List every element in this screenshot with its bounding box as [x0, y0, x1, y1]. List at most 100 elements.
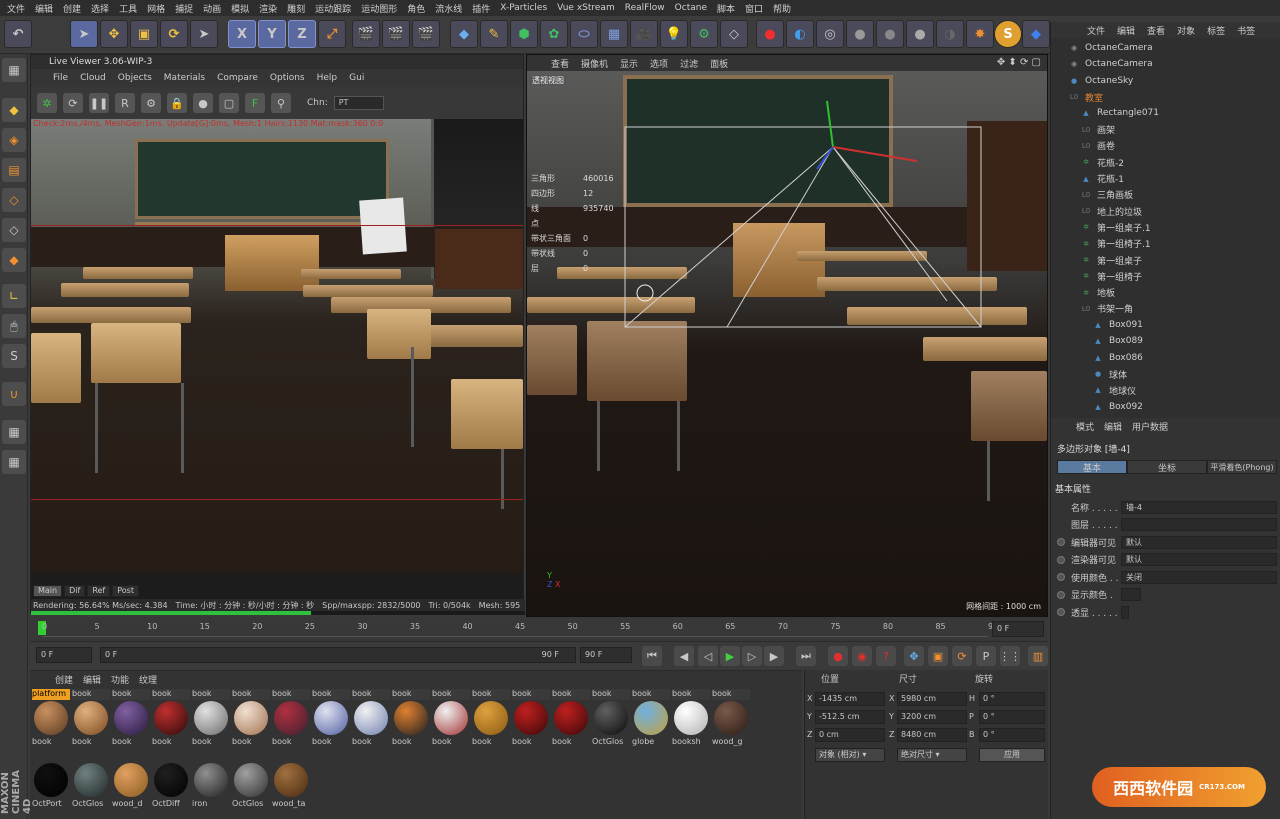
restart-render-icon[interactable]: ⟳ — [63, 93, 83, 113]
material-swatch[interactable]: book book — [432, 689, 470, 749]
attr-anim-dot[interactable] — [1057, 608, 1065, 616]
lv-menu-item-7[interactable]: Gui — [343, 73, 370, 83]
menu-item-6[interactable]: 捕捉 — [170, 2, 198, 15]
attr-value[interactable]: 默认 — [1121, 535, 1277, 549]
key-scale-icon[interactable]: ▣ — [928, 646, 948, 666]
size-z-field[interactable]: 8480 cm — [897, 728, 967, 742]
tweak-mode-icon[interactable]: 🖱 — [2, 314, 26, 338]
attribute-row[interactable]: 渲染器可见 默认 — [1057, 553, 1277, 567]
rotation-h-field[interactable]: 0 ° — [979, 692, 1045, 706]
live-select-icon[interactable]: ➤ — [190, 20, 218, 48]
menu-item-5[interactable]: 网格 — [142, 2, 170, 15]
material-swatch[interactable]: OctDiff — [152, 761, 190, 811]
material-swatch[interactable]: book book — [272, 689, 310, 749]
object-row[interactable]: ✲ 花瓶-2 — [1055, 154, 1280, 170]
material-swatch[interactable]: book book — [552, 689, 590, 749]
attr-value[interactable]: 墙-4 — [1121, 500, 1277, 514]
menu-item-0[interactable]: 文件 — [2, 2, 30, 15]
material-swatch[interactable]: book book — [352, 689, 390, 749]
menu-item-9[interactable]: 渲染 — [254, 2, 282, 15]
cube-icon[interactable]: ◆ — [450, 20, 478, 48]
menu-item-19[interactable]: Octane — [670, 3, 712, 13]
material-swatch[interactable]: book wood_g — [712, 689, 750, 749]
menu-item-16[interactable]: X-Particles — [495, 3, 552, 13]
attribute-row[interactable]: 编辑器可见 默认 — [1057, 535, 1277, 549]
menu-item-4[interactable]: 工具 — [114, 2, 142, 15]
menu-item-1[interactable]: 编辑 — [30, 2, 58, 15]
current-frame-field[interactable]: 0 F — [992, 621, 1044, 637]
glossy-sphere-icon[interactable]: ● — [846, 20, 874, 48]
next-key-icon[interactable]: ▶ — [764, 646, 784, 666]
lv-menu-item-4[interactable]: Compare — [211, 73, 264, 83]
share-icon[interactable]: ◆ — [1022, 20, 1050, 48]
next-frame-icon[interactable]: ▷ — [742, 646, 762, 666]
move-tool-icon[interactable]: ✥ — [100, 20, 128, 48]
z-axis-icon[interactable]: Z — [288, 20, 316, 48]
material-ball-icon[interactable]: ● — [193, 93, 213, 113]
attribute-row[interactable]: 透显 . . . . . . — [1057, 605, 1277, 619]
menu-item-12[interactable]: 运动图形 — [356, 2, 402, 15]
object-row[interactable]: ● 球体 — [1055, 366, 1280, 382]
coordinate-system-icon[interactable]: ⤢ — [318, 20, 346, 48]
material-swatch[interactable]: iron — [192, 761, 230, 811]
position-z-field[interactable]: 0 cm — [815, 728, 885, 742]
render-image[interactable]: Check:2ms./4ms. MeshGen:1ms. Update[G]:0… — [31, 119, 523, 573]
size-y-field[interactable]: 3200 cm — [897, 710, 967, 724]
deformer-icon[interactable]: ⬭ — [570, 20, 598, 48]
tag-icon[interactable]: ⚙ — [690, 20, 718, 48]
obj-menu-item-2[interactable]: 查看 — [1141, 24, 1171, 37]
attribute-row[interactable]: 使用颜色 . . 关闭 — [1057, 570, 1277, 584]
metal-sphere-icon[interactable]: ● — [906, 20, 934, 48]
keyframe-help-icon[interactable]: ? — [876, 646, 896, 666]
render-picture-viewer-icon[interactable]: 🎬 — [382, 20, 410, 48]
mode-object-icon[interactable]: ◆ — [2, 98, 26, 122]
attr-value[interactable]: 关闭 — [1121, 570, 1277, 584]
lv-tab-ref[interactable]: Ref — [87, 585, 111, 597]
material-swatch[interactable]: book book — [152, 689, 190, 749]
object-row[interactable]: ✲ 地板 — [1055, 284, 1280, 300]
prev-frame-icon[interactable]: ◁ — [698, 646, 718, 666]
position-y-field[interactable]: -512.5 cm — [815, 710, 885, 724]
position-x-field[interactable]: -1435 cm — [815, 692, 885, 706]
material-swatch[interactable]: book book — [112, 689, 150, 749]
go-to-end-icon[interactable]: ⏭ — [796, 646, 816, 666]
mat-menu-item-3[interactable]: 纹理 — [134, 673, 162, 686]
material-swatch[interactable]: book book — [392, 689, 430, 749]
mat-menu-item-2[interactable]: 功能 — [106, 673, 134, 686]
object-row[interactable]: L0 教室 — [1055, 89, 1280, 105]
lv-menu-item-2[interactable]: Objects — [112, 73, 158, 83]
menu-item-21[interactable]: 窗口 — [740, 2, 768, 15]
menu-item-3[interactable]: 选择 — [86, 2, 114, 15]
material-swatch[interactable]: book booksh — [672, 689, 710, 749]
mode-polygons-icon[interactable]: ◆ — [2, 248, 26, 272]
material-swatch[interactable]: platform book — [32, 689, 70, 749]
layer-icon[interactable]: ◇ — [720, 20, 748, 48]
undo-icon[interactable]: ↶ — [4, 20, 32, 48]
attr-menu-item-1[interactable]: 编辑 — [1099, 420, 1127, 433]
menu-item-15[interactable]: 插件 — [467, 2, 495, 15]
coord-mode-select[interactable]: 对象 (相对) ▾ — [815, 748, 885, 762]
attribute-row[interactable]: 名称 . . . . . . 墙-4 — [1057, 500, 1277, 514]
prev-key-icon[interactable]: ◀ — [674, 646, 694, 666]
octane-material-icon[interactable]: ◐ — [786, 20, 814, 48]
s-plugin-icon[interactable]: S — [994, 20, 1022, 48]
object-row[interactable]: ▲ Rectangle071 — [1055, 105, 1280, 121]
channel-select[interactable]: PT — [333, 96, 384, 110]
menu-item-13[interactable]: 角色 — [402, 2, 430, 15]
key-rotation-icon[interactable]: ⟳ — [952, 646, 972, 666]
lock-workplane-icon[interactable]: ▦ — [2, 450, 26, 474]
material-swatch[interactable]: book book — [512, 689, 550, 749]
attribute-row[interactable]: 显示颜色 . — [1057, 588, 1277, 602]
size-mode-select[interactable]: 绝对尺寸 ▾ — [897, 748, 967, 762]
magnet-icon[interactable]: ∪ — [2, 382, 26, 406]
mode-texture-icon[interactable]: ◈ — [2, 128, 26, 152]
subdivision-icon[interactable]: ⬢ — [510, 20, 538, 48]
material-swatch[interactable]: OctGlos — [232, 761, 270, 811]
vp-menu-item-1[interactable]: 摄像机 — [575, 57, 614, 70]
attr-value[interactable]: 默认 — [1121, 553, 1277, 566]
vp-menu-item-3[interactable]: 选项 — [644, 57, 674, 70]
object-row[interactable]: ▲ 地球仪 — [1055, 382, 1280, 398]
material-swatch[interactable]: book OctGlos — [592, 689, 630, 749]
mode-edges-icon[interactable]: ◇ — [2, 218, 26, 242]
object-row[interactable]: ▲ Box086 — [1055, 350, 1280, 366]
